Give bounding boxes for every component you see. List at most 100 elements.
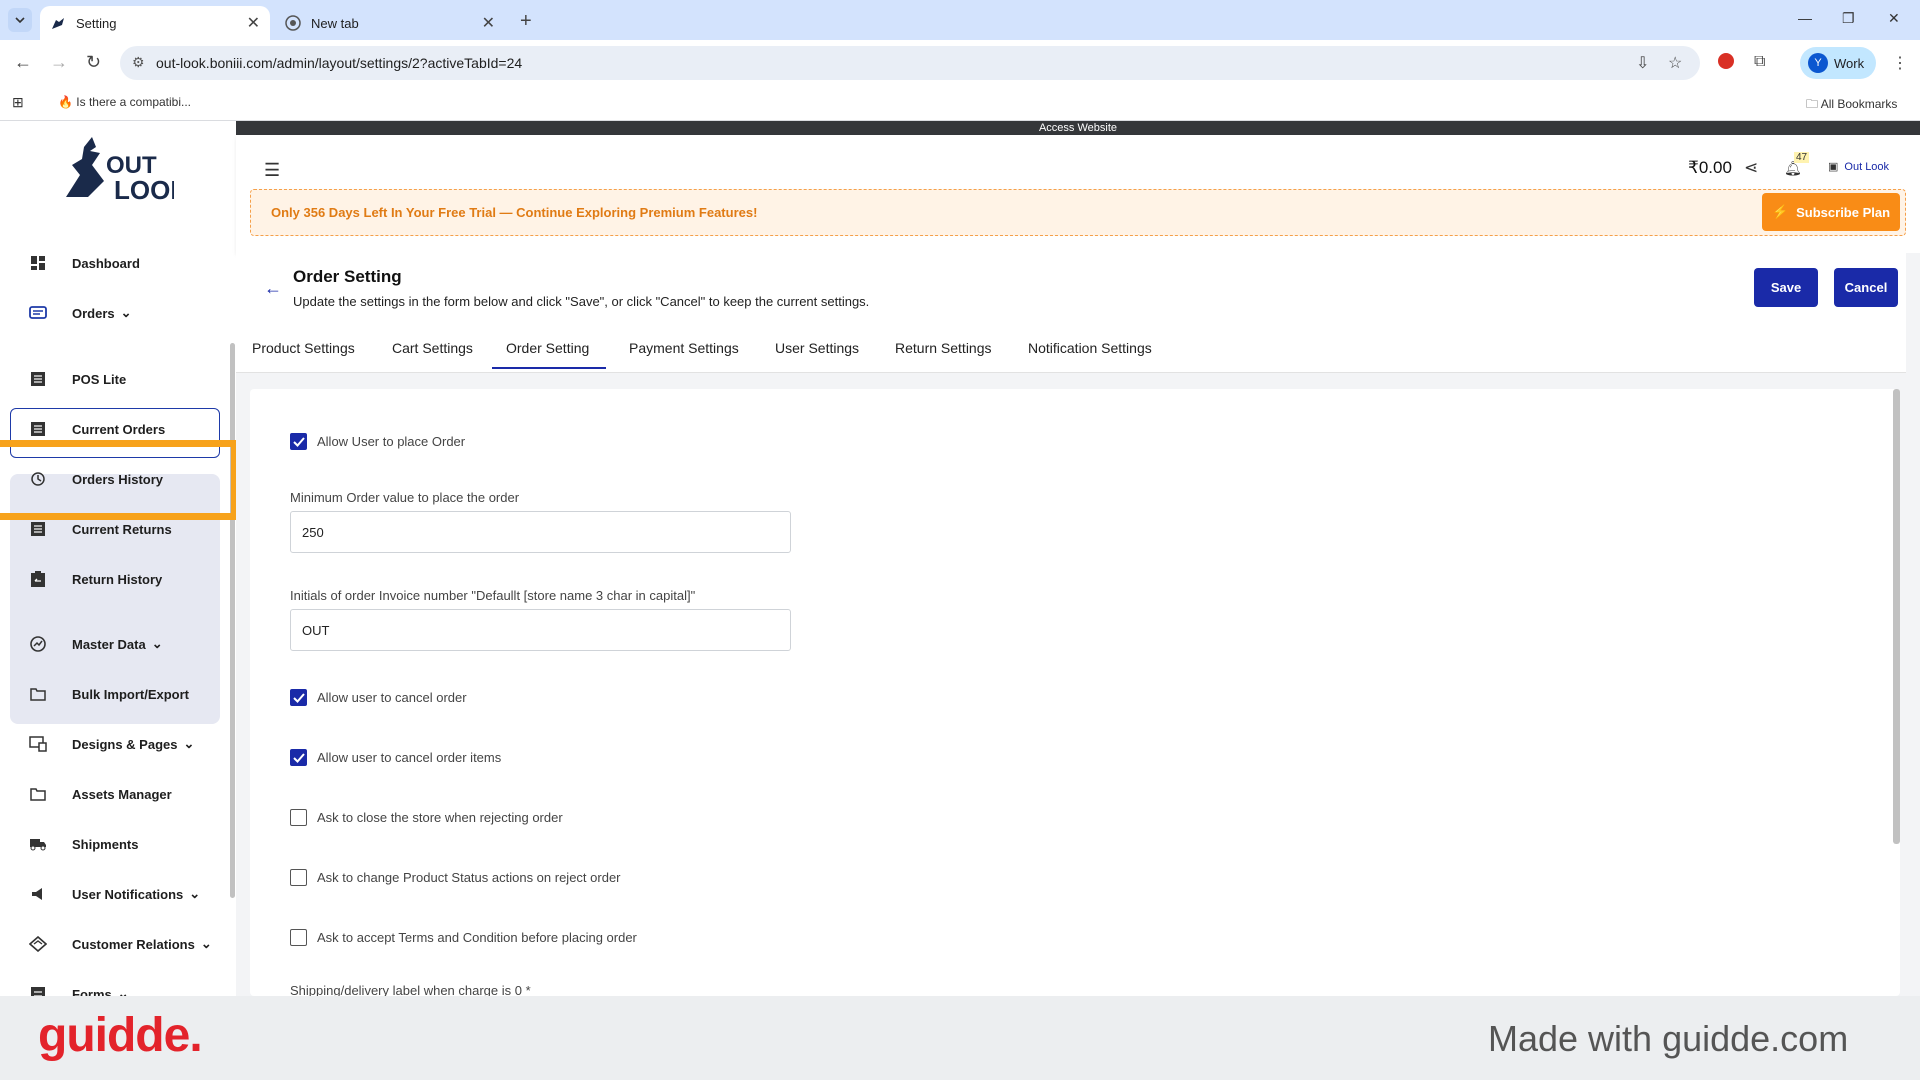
profile-button[interactable]: Y Work — [1800, 47, 1876, 79]
sidebar-item-master-data[interactable]: Master Data ⌄ — [28, 634, 163, 654]
form-icon — [28, 984, 48, 996]
checkbox-checked-icon[interactable] — [290, 749, 307, 766]
sidebar-item-pos-lite[interactable]: POS Lite — [28, 369, 126, 389]
sidebar-item-label: Orders — [72, 305, 115, 321]
checkbox-unchecked-icon[interactable] — [290, 809, 307, 826]
all-bookmarks[interactable]: 🗀 All Bookmarks — [1806, 95, 1897, 116]
install-icon[interactable]: ⇩ — [1636, 53, 1649, 73]
extension-red-icon[interactable] — [1718, 53, 1734, 74]
forward-icon[interactable]: → — [50, 52, 68, 73]
sidebar-item-label: POS Lite — [72, 371, 127, 387]
checkbox-checked-icon[interactable] — [290, 689, 307, 706]
tab-notification-settings[interactable]: Notification Settings — [1028, 340, 1152, 356]
star-icon[interactable]: ☆ — [1668, 53, 1682, 73]
subscribe-plan-button[interactable]: ⚡ Subscribe Plan — [1762, 193, 1900, 231]
sidebar-item-customer-relations[interactable]: Customer Relations ⌄ — [28, 934, 212, 954]
page-description: Update the settings in the form below an… — [293, 294, 870, 309]
minimize-icon[interactable]: — — [1798, 10, 1812, 26]
apps-icon[interactable]: ⊞ — [12, 94, 24, 111]
outlook-logo[interactable]: OUT LOOK — [62, 135, 174, 205]
megaphone-icon — [28, 884, 48, 904]
guidde-logo: guidde. — [38, 1009, 203, 1062]
list-icon — [28, 369, 48, 389]
tab-product-settings[interactable]: Product Settings — [252, 340, 355, 356]
sidebar-item-label: Forms — [72, 986, 112, 997]
sidebar-item-return-history[interactable]: Return History — [28, 569, 162, 589]
reload-icon[interactable]: ↻ — [86, 52, 101, 73]
tab-return-settings[interactable]: Return Settings — [895, 340, 992, 356]
list-icon — [28, 519, 48, 539]
share-icon[interactable]: ⋖ — [1744, 158, 1758, 178]
sidebar-item-label: Dashboard — [72, 255, 140, 271]
main-scrollbar[interactable] — [1893, 389, 1900, 844]
sidebar-scrollbar[interactable] — [230, 343, 235, 898]
chevron-down-icon — [15, 17, 25, 24]
allow-cancel-items-checkbox[interactable]: Allow user to cancel order items — [290, 749, 501, 766]
accept-terms-checkbox[interactable]: Ask to accept Terms and Condition before… — [290, 929, 637, 946]
bookmark-item[interactable]: 🔥 Is there a compatibi... — [58, 95, 191, 109]
tab-search-button[interactable] — [8, 8, 32, 32]
restore-icon[interactable]: ❐ — [1842, 10, 1855, 27]
save-button[interactable]: Save — [1754, 268, 1818, 307]
chevron-down-icon: ⌄ — [183, 736, 195, 751]
checkbox-unchecked-icon[interactable] — [290, 869, 307, 886]
dashboard-icon — [28, 253, 48, 273]
wallet-balance[interactable]: ₹0.00 — [1688, 158, 1732, 178]
checkbox-label: Allow User to place Order — [317, 434, 466, 449]
chevron-down-icon: ⌄ — [120, 305, 132, 320]
tab-cart-settings[interactable]: Cart Settings — [392, 340, 473, 356]
bookmarks-bar: ⊞ 🔥 Is there a compatibi... 🗀 All Bookma… — [0, 85, 1920, 121]
access-website-bar[interactable]: Access Website — [236, 121, 1920, 135]
invoice-initials-input[interactable] — [290, 609, 791, 651]
checkbox-checked-icon[interactable] — [290, 433, 307, 450]
sidebar-item-shipments[interactable]: Shipments — [28, 834, 138, 854]
tab-order-setting[interactable]: Order Setting — [492, 340, 607, 369]
tab-title: Setting — [76, 15, 117, 31]
browser-tab-strip: Setting ✕ New tab ✕ + — ❐ ✕ — [0, 0, 1920, 40]
sidebar-item-bulk-import[interactable]: Bulk Import/Export — [28, 684, 189, 704]
close-window-icon[interactable]: ✕ — [1888, 10, 1900, 27]
new-tab-button[interactable]: + — [520, 10, 532, 33]
allow-cancel-order-checkbox[interactable]: Allow user to cancel order — [290, 689, 467, 706]
cancel-button[interactable]: Cancel — [1834, 268, 1898, 307]
list-icon — [28, 419, 48, 439]
subscribe-label: Subscribe Plan — [1796, 204, 1891, 220]
checkbox-label: Ask to close the store when rejecting or… — [317, 810, 563, 825]
design-icon — [28, 734, 48, 754]
back-icon[interactable]: ← — [14, 52, 32, 73]
min-order-input[interactable] — [290, 511, 791, 553]
url-bar[interactable]: ⚙ out-look.boniii.com/admin/layout/setti… — [120, 46, 1700, 80]
sidebar-item-orders[interactable]: Orders ⌄ — [28, 303, 132, 323]
extensions-icon[interactable]: ⧉ — [1754, 53, 1765, 71]
sidebar-item-current-returns[interactable]: Current Returns — [28, 519, 172, 539]
tab-user-settings[interactable]: User Settings — [775, 340, 859, 356]
sidebar-item-designs-pages[interactable]: Designs & Pages ⌄ — [28, 734, 194, 754]
browser-tab-new[interactable]: New tab ✕ — [275, 6, 505, 40]
sidebar-item-user-notifications[interactable]: User Notifications ⌄ — [28, 884, 200, 904]
hamburger-menu-icon[interactable]: ☰ — [264, 160, 280, 181]
sidebar-item-dashboard[interactable]: Dashboard — [28, 253, 140, 273]
url-text: out-look.boniii.com/admin/layout/setting… — [156, 55, 523, 71]
site-info-icon[interactable]: ⚙ — [132, 54, 145, 71]
sidebar-item-assets-manager[interactable]: Assets Manager — [28, 784, 172, 804]
back-arrow-icon[interactable]: ← — [264, 278, 282, 299]
change-status-checkbox[interactable]: Ask to change Product Status actions on … — [290, 869, 621, 886]
sidebar-item-label: User Notifications — [72, 886, 184, 902]
sidebar-item-forms[interactable]: Forms ⌄ — [28, 984, 129, 996]
tab-payment-settings[interactable]: Payment Settings — [629, 340, 739, 356]
allow-place-order-checkbox[interactable]: Allow User to place Order — [290, 433, 465, 450]
sidebar-item-label: Return History — [72, 571, 163, 587]
close-tab-icon[interactable]: ✕ — [482, 13, 495, 33]
sidebar-item-current-orders[interactable]: Current Orders — [28, 419, 165, 439]
chevron-down-icon: ⌄ — [189, 886, 201, 901]
sidebar: OUT LOOK Dashboard Orders ⌄ POS Lite Cur… — [0, 121, 236, 996]
trial-banner: Only 356 Days Left In Your Free Trial — … — [250, 189, 1906, 236]
checkbox-label: Ask to change Product Status actions on … — [317, 870, 621, 885]
browser-tab-setting[interactable]: Setting ✕ — [40, 6, 270, 40]
close-tab-icon[interactable]: ✕ — [247, 13, 260, 33]
menu-dots-icon[interactable]: ⋮ — [1892, 53, 1908, 73]
close-store-checkbox[interactable]: Ask to close the store when rejecting or… — [290, 809, 563, 826]
access-website-label: Access Website — [1038, 122, 1118, 134]
store-switcher[interactable]: ▣ Out Look — [1828, 160, 1889, 174]
checkbox-unchecked-icon[interactable] — [290, 929, 307, 946]
